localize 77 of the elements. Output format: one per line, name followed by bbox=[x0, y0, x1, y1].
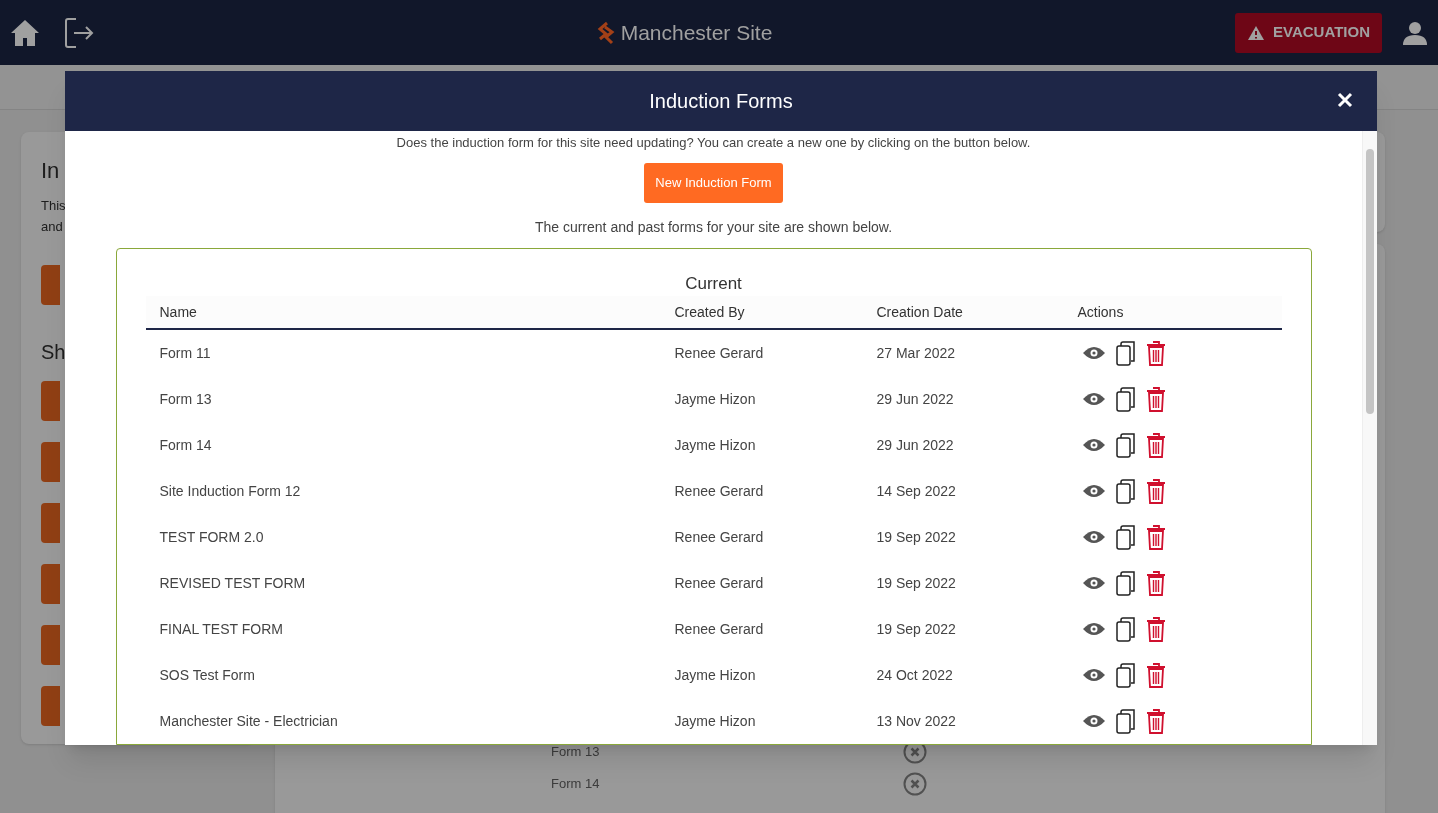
table-cell-text: 19 Sep 2022 bbox=[876, 527, 957, 547]
site-title: Manchester Site bbox=[620, 19, 773, 46]
table-cell-text: Jayme Hizon bbox=[674, 389, 757, 409]
column-header[interactable]: Created By bbox=[674, 301, 877, 323]
list-item-text: Form 14 bbox=[550, 775, 601, 794]
column-header[interactable]: Actions bbox=[1077, 301, 1268, 323]
view-icon[interactable] bbox=[1081, 576, 1106, 590]
table-cell-text: 27 Mar 2022 bbox=[876, 343, 957, 363]
table-cell-text: Form 14 bbox=[159, 435, 213, 455]
home-icon[interactable] bbox=[10, 18, 40, 47]
list-item-text: Form 13 bbox=[550, 743, 601, 762]
delete-icon[interactable] bbox=[1145, 570, 1166, 596]
delete-icon[interactable] bbox=[1145, 524, 1166, 550]
view-icon[interactable] bbox=[1081, 438, 1106, 452]
scrollbar[interactable] bbox=[1362, 131, 1377, 745]
table-cell-text: Renee Gerard bbox=[674, 481, 765, 501]
delete-icon[interactable] bbox=[1145, 708, 1166, 734]
close-icon[interactable] bbox=[1337, 92, 1353, 108]
table-cell-text: FINAL TEST FORM bbox=[159, 619, 284, 639]
table-cell-text: Renee Gerard bbox=[674, 619, 765, 639]
delete-icon[interactable] bbox=[1145, 616, 1166, 642]
logout-icon[interactable] bbox=[64, 16, 94, 49]
copy-icon[interactable] bbox=[1115, 708, 1136, 734]
evacuation-button[interactable]: EVACUATION bbox=[1235, 12, 1382, 53]
table-cell-text: 19 Sep 2022 bbox=[876, 573, 957, 593]
table-caption: Current bbox=[684, 272, 743, 295]
delete-icon[interactable] bbox=[1145, 662, 1166, 688]
table-cell-text: REVISED TEST FORM bbox=[159, 573, 307, 593]
table-cell-text: 29 Jun 2022 bbox=[876, 389, 955, 409]
table-cell-text: Site Induction Form 12 bbox=[159, 481, 302, 501]
delete-icon[interactable] bbox=[1145, 340, 1166, 366]
table-cell-text: Jayme Hizon bbox=[674, 665, 757, 685]
copy-icon[interactable] bbox=[1115, 616, 1136, 642]
table-cell-text: 14 Sep 2022 bbox=[876, 481, 957, 501]
delete-icon[interactable] bbox=[1145, 478, 1166, 504]
table-cell-text: Renee Gerard bbox=[674, 343, 765, 363]
table-cell-text: 19 Sep 2022 bbox=[876, 619, 957, 639]
card-text: This bbox=[41, 197, 67, 215]
table-cell-text: Manchester Site - Electrician bbox=[159, 711, 339, 731]
copy-icon[interactable] bbox=[1115, 524, 1136, 550]
info-text: The current and past forms for your site are shown below. bbox=[534, 217, 893, 237]
table-cell-text: 29 Jun 2022 bbox=[876, 435, 955, 455]
table-cell-text: Form 13 bbox=[159, 389, 213, 409]
copy-icon[interactable] bbox=[1115, 340, 1136, 366]
section-title: Sh bbox=[41, 340, 66, 365]
table-cell-text: Jayme Hizon bbox=[674, 711, 757, 731]
column-header[interactable]: Name bbox=[159, 301, 675, 323]
table-cell-text: Renee Gerard bbox=[674, 527, 765, 547]
view-icon[interactable] bbox=[1081, 484, 1106, 498]
table-cell-text: TEST FORM 2.0 bbox=[159, 527, 265, 547]
user-icon[interactable] bbox=[1402, 19, 1428, 46]
view-icon[interactable] bbox=[1081, 530, 1106, 544]
copy-icon[interactable] bbox=[1115, 662, 1136, 688]
table-cell-text: 13 Nov 2022 bbox=[876, 711, 957, 731]
view-icon[interactable] bbox=[1081, 622, 1106, 636]
view-icon[interactable] bbox=[1081, 668, 1106, 682]
warning-icon bbox=[1247, 24, 1266, 41]
column-header[interactable]: Creation Date bbox=[876, 301, 1078, 323]
copy-icon[interactable] bbox=[1115, 386, 1136, 412]
delete-icon[interactable] bbox=[1145, 432, 1166, 458]
intro-text: Does the induction form for this site need updating? You can create a new one by clicking on the button below. bbox=[396, 134, 1031, 152]
copy-icon[interactable] bbox=[1115, 570, 1136, 596]
table-cell-text: SOS Test Form bbox=[159, 665, 256, 685]
card-title: In bbox=[41, 157, 60, 185]
table-cell-text: Form 11 bbox=[159, 343, 212, 363]
table-cell-text: Jayme Hizon bbox=[674, 435, 757, 455]
view-icon[interactable] bbox=[1081, 714, 1106, 728]
view-icon[interactable] bbox=[1081, 392, 1106, 406]
copy-icon[interactable] bbox=[1115, 432, 1136, 458]
copy-icon[interactable] bbox=[1115, 478, 1136, 504]
delete-icon[interactable] bbox=[1145, 386, 1166, 412]
view-icon[interactable] bbox=[1081, 346, 1106, 360]
table-cell-text: Renee Gerard bbox=[674, 573, 765, 593]
logo-icon bbox=[596, 20, 615, 45]
card-text: and bbox=[41, 218, 64, 236]
table-cell-text: 24 Oct 2022 bbox=[876, 665, 954, 685]
modal-title: Induction Forms bbox=[649, 89, 793, 114]
